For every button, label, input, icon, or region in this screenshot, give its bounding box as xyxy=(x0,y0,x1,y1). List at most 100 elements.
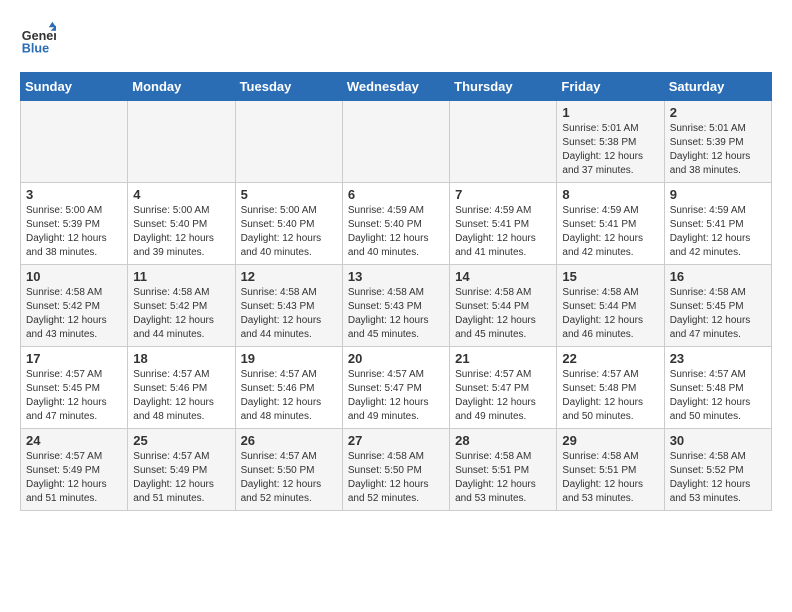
day-info: Sunrise: 4:57 AM Sunset: 5:46 PM Dayligh… xyxy=(241,368,337,424)
day-info: Sunrise: 4:58 AM Sunset: 5:43 PM Dayligh… xyxy=(348,286,444,342)
day-info: Sunrise: 4:57 AM Sunset: 5:49 PM Dayligh… xyxy=(26,450,122,506)
day-info: Sunrise: 5:01 AM Sunset: 5:39 PM Dayligh… xyxy=(670,122,766,178)
calendar-cell: 21 Sunrise: 4:57 AM Sunset: 5:47 PM Dayli… xyxy=(450,347,557,429)
calendar-cell xyxy=(21,101,128,183)
calendar-cell xyxy=(450,101,557,183)
col-header-thursday: Thursday xyxy=(450,73,557,101)
day-number: 6 xyxy=(348,187,444,202)
calendar-cell: 9Sunrise: 4:59 AM Sunset: 5:41 PM Daylig… xyxy=(664,183,771,265)
calendar-cell: 13Sunrise: 4:58 AM Sunset: 5:43 PM Dayli… xyxy=(342,265,449,347)
day-number: 14 xyxy=(455,269,551,284)
calendar-cell: 19 Sunrise: 4:57 AM Sunset: 5:46 PM Dayli… xyxy=(235,347,342,429)
calendar-week-4: 17 Sunrise: 4:57 AM Sunset: 5:45 PM Dayli… xyxy=(21,347,772,429)
calendar-cell: 20 Sunrise: 4:57 AM Sunset: 5:47 PM Dayli… xyxy=(342,347,449,429)
calendar-cell: 17 Sunrise: 4:57 AM Sunset: 5:45 PM Dayli… xyxy=(21,347,128,429)
day-info: Sunrise: 4:58 AM Sunset: 5:42 PM Dayligh… xyxy=(26,286,122,342)
day-number: 25 xyxy=(133,433,229,448)
day-number: 20 xyxy=(348,351,444,366)
day-info: Sunrise: 5:00 AM Sunset: 5:40 PM Dayligh… xyxy=(133,204,229,260)
day-info: Sunrise: 4:59 AM Sunset: 5:41 PM Dayligh… xyxy=(562,204,658,260)
calendar-cell: 26 Sunrise: 4:57 AM Sunset: 5:50 PM Dayli… xyxy=(235,429,342,511)
day-number: 8 xyxy=(562,187,658,202)
col-header-sunday: Sunday xyxy=(21,73,128,101)
day-number: 15 xyxy=(562,269,658,284)
day-info: Sunrise: 4:57 AM Sunset: 5:49 PM Dayligh… xyxy=(133,450,229,506)
day-number: 21 xyxy=(455,351,551,366)
day-info: Sunrise: 4:57 AM Sunset: 5:47 PM Dayligh… xyxy=(348,368,444,424)
day-number: 26 xyxy=(241,433,337,448)
day-info: Sunrise: 4:58 AM Sunset: 5:42 PM Dayligh… xyxy=(133,286,229,342)
calendar-table: SundayMondayTuesdayWednesdayThursdayFrid… xyxy=(20,72,772,511)
day-info: Sunrise: 5:00 AM Sunset: 5:40 PM Dayligh… xyxy=(241,204,337,260)
day-info: Sunrise: 4:57 AM Sunset: 5:45 PM Dayligh… xyxy=(26,368,122,424)
calendar-cell: 12 Sunrise: 4:58 AM Sunset: 5:43 PM Dayli… xyxy=(235,265,342,347)
day-number: 29 xyxy=(562,433,658,448)
day-number: 12 xyxy=(241,269,337,284)
day-number: 16 xyxy=(670,269,766,284)
day-info: Sunrise: 4:58 AM Sunset: 5:44 PM Dayligh… xyxy=(562,286,658,342)
logo: General Blue xyxy=(20,20,60,56)
day-number: 11 xyxy=(133,269,229,284)
day-number: 4 xyxy=(133,187,229,202)
calendar-cell: 18Sunrise: 4:57 AM Sunset: 5:46 PM Dayli… xyxy=(128,347,235,429)
calendar-cell: 5 Sunrise: 5:00 AM Sunset: 5:40 PM Daylig… xyxy=(235,183,342,265)
day-info: Sunrise: 4:58 AM Sunset: 5:51 PM Dayligh… xyxy=(562,450,658,506)
calendar-cell: 25 Sunrise: 4:57 AM Sunset: 5:49 PM Dayli… xyxy=(128,429,235,511)
calendar-cell: 2 Sunrise: 5:01 AM Sunset: 5:39 PM Daylig… xyxy=(664,101,771,183)
day-number: 10 xyxy=(26,269,122,284)
day-info: Sunrise: 4:58 AM Sunset: 5:52 PM Dayligh… xyxy=(670,450,766,506)
calendar-cell xyxy=(342,101,449,183)
day-info: Sunrise: 4:57 AM Sunset: 5:48 PM Dayligh… xyxy=(562,368,658,424)
col-header-friday: Friday xyxy=(557,73,664,101)
day-number: 19 xyxy=(241,351,337,366)
day-info: Sunrise: 4:59 AM Sunset: 5:40 PM Dayligh… xyxy=(348,204,444,260)
day-number: 17 xyxy=(26,351,122,366)
day-info: Sunrise: 5:00 AM Sunset: 5:39 PM Dayligh… xyxy=(26,204,122,260)
calendar-cell: 29 Sunrise: 4:58 AM Sunset: 5:51 PM Dayli… xyxy=(557,429,664,511)
day-number: 18 xyxy=(133,351,229,366)
calendar-cell xyxy=(128,101,235,183)
day-number: 28 xyxy=(455,433,551,448)
day-info: Sunrise: 4:58 AM Sunset: 5:43 PM Dayligh… xyxy=(241,286,337,342)
day-info: Sunrise: 4:57 AM Sunset: 5:47 PM Dayligh… xyxy=(455,368,551,424)
day-number: 30 xyxy=(670,433,766,448)
calendar-cell: 24Sunrise: 4:57 AM Sunset: 5:49 PM Dayli… xyxy=(21,429,128,511)
day-info: Sunrise: 4:59 AM Sunset: 5:41 PM Dayligh… xyxy=(670,204,766,260)
col-header-wednesday: Wednesday xyxy=(342,73,449,101)
day-number: 23 xyxy=(670,351,766,366)
calendar-cell: 14Sunrise: 4:58 AM Sunset: 5:44 PM Dayli… xyxy=(450,265,557,347)
calendar-cell: 27 Sunrise: 4:58 AM Sunset: 5:50 PM Dayli… xyxy=(342,429,449,511)
day-info: Sunrise: 4:57 AM Sunset: 5:50 PM Dayligh… xyxy=(241,450,337,506)
day-number: 7 xyxy=(455,187,551,202)
calendar-cell: 22 Sunrise: 4:57 AM Sunset: 5:48 PM Dayli… xyxy=(557,347,664,429)
day-number: 3 xyxy=(26,187,122,202)
calendar-cell: 28 Sunrise: 4:58 AM Sunset: 5:51 PM Dayli… xyxy=(450,429,557,511)
calendar-cell: 4 Sunrise: 5:00 AM Sunset: 5:40 PM Daylig… xyxy=(128,183,235,265)
calendar-week-1: 1Sunrise: 5:01 AM Sunset: 5:38 PM Daylig… xyxy=(21,101,772,183)
day-info: Sunrise: 4:59 AM Sunset: 5:41 PM Dayligh… xyxy=(455,204,551,260)
calendar-cell: 16 Sunrise: 4:58 AM Sunset: 5:45 PM Dayli… xyxy=(664,265,771,347)
calendar-week-5: 24Sunrise: 4:57 AM Sunset: 5:49 PM Dayli… xyxy=(21,429,772,511)
calendar-cell: 3 Sunrise: 5:00 AM Sunset: 5:39 PM Daylig… xyxy=(21,183,128,265)
day-number: 2 xyxy=(670,105,766,120)
col-header-monday: Monday xyxy=(128,73,235,101)
day-number: 5 xyxy=(241,187,337,202)
day-number: 27 xyxy=(348,433,444,448)
day-info: Sunrise: 5:01 AM Sunset: 5:38 PM Dayligh… xyxy=(562,122,658,178)
calendar-cell: 11 Sunrise: 4:58 AM Sunset: 5:42 PM Dayli… xyxy=(128,265,235,347)
day-info: Sunrise: 4:58 AM Sunset: 5:45 PM Dayligh… xyxy=(670,286,766,342)
calendar-cell: 10 Sunrise: 4:58 AM Sunset: 5:42 PM Dayli… xyxy=(21,265,128,347)
calendar-cell: 1Sunrise: 5:01 AM Sunset: 5:38 PM Daylig… xyxy=(557,101,664,183)
day-info: Sunrise: 4:58 AM Sunset: 5:51 PM Dayligh… xyxy=(455,450,551,506)
day-info: Sunrise: 4:57 AM Sunset: 5:48 PM Dayligh… xyxy=(670,368,766,424)
day-info: Sunrise: 4:58 AM Sunset: 5:50 PM Dayligh… xyxy=(348,450,444,506)
col-header-saturday: Saturday xyxy=(664,73,771,101)
calendar-cell: 15 Sunrise: 4:58 AM Sunset: 5:44 PM Dayli… xyxy=(557,265,664,347)
day-number: 22 xyxy=(562,351,658,366)
calendar-header-row: SundayMondayTuesdayWednesdayThursdayFrid… xyxy=(21,73,772,101)
calendar-week-2: 3 Sunrise: 5:00 AM Sunset: 5:39 PM Daylig… xyxy=(21,183,772,265)
calendar-week-3: 10 Sunrise: 4:58 AM Sunset: 5:42 PM Dayli… xyxy=(21,265,772,347)
col-header-tuesday: Tuesday xyxy=(235,73,342,101)
svg-text:Blue: Blue xyxy=(22,41,49,55)
page-header: General Blue xyxy=(20,20,772,56)
